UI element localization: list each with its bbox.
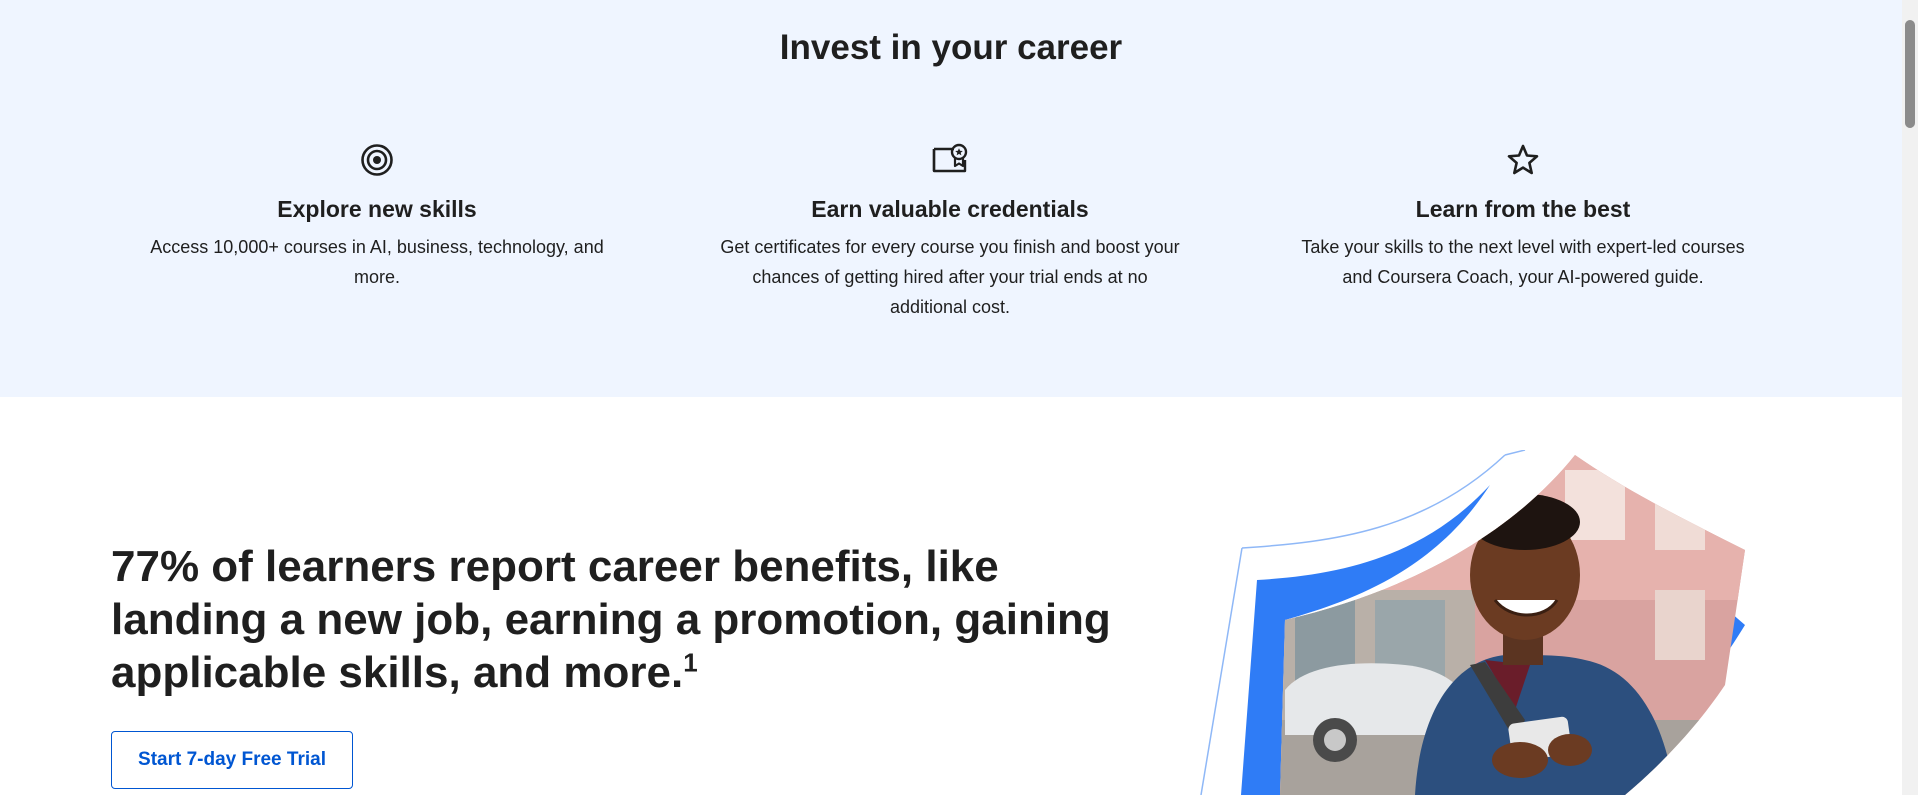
scrollbar-thumb[interactable]: [1905, 20, 1915, 128]
star-icon: [1507, 144, 1539, 175]
benefits-headline: 77% of learners report career benefits, …: [111, 540, 1111, 699]
feature-description: Take your skills to the next level with …: [1301, 237, 1745, 287]
page-scrollbar[interactable]: [1902, 0, 1918, 795]
feature-title: Explore new skills: [277, 196, 477, 222]
section-title: Invest in your career: [779, 28, 1123, 67]
feature-title: Earn valuable credentials: [811, 196, 1089, 222]
footnote-marker[interactable]: 1: [683, 647, 697, 677]
invest-section: Invest in your career Explore new skills…: [0, 0, 1902, 397]
certificate-icon: [932, 143, 968, 173]
feature-description: Get certificates for every course you fi…: [720, 237, 1180, 317]
feature-description: Access 10,000+ courses in AI, business, …: [150, 237, 604, 287]
feature-learn-best: Learn from the best Take your skills to …: [1288, 140, 1758, 292]
feature-earn-credentials: Earn valuable credentials Get certificat…: [715, 140, 1185, 322]
hero-image: [1200, 450, 1745, 795]
page: Invest in your career Explore new skills…: [0, 0, 1902, 795]
feature-explore-skills: Explore new skills Access 10,000+ course…: [142, 140, 612, 292]
target-icon: [361, 144, 393, 176]
benefits-headline-text: 77% of learners report career benefits, …: [111, 542, 1111, 697]
start-free-trial-button[interactable]: Start 7-day Free Trial: [111, 731, 353, 789]
feature-title: Learn from the best: [1415, 196, 1631, 222]
